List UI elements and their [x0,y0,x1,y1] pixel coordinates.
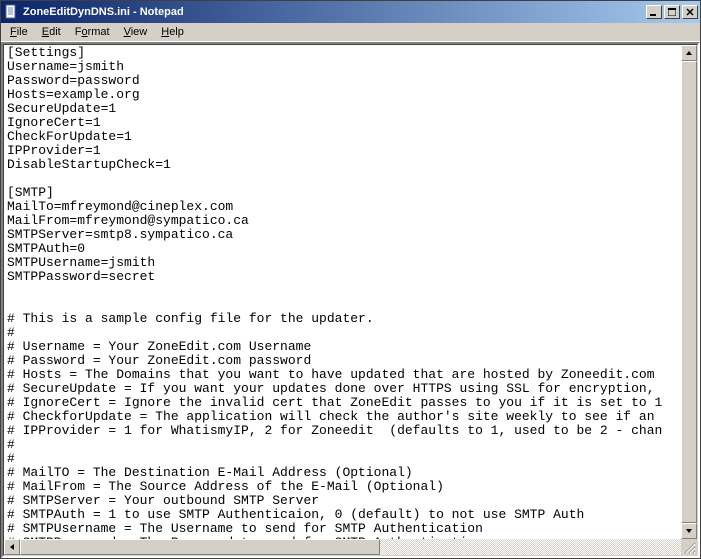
hscroll-thumb[interactable] [20,539,380,555]
menu-edit[interactable]: Edit [35,24,68,40]
menu-view[interactable]: View [117,24,155,40]
minimize-button[interactable] [646,5,662,19]
vertical-scrollbar[interactable] [681,45,697,539]
close-button[interactable] [682,5,698,19]
vscroll-track[interactable] [681,61,697,523]
scroll-down-button[interactable] [681,523,697,539]
app-icon [3,4,19,20]
horizontal-scrollbar[interactable] [4,539,697,555]
scroll-left-button[interactable] [4,539,20,555]
window-buttons [646,5,698,19]
menu-format[interactable]: Format [68,24,117,40]
titlebar[interactable]: ZoneEditDynDNS.ini - Notepad [1,1,700,23]
menu-file[interactable]: File [3,24,35,40]
menu-help[interactable]: Help [154,24,191,40]
size-grip[interactable] [681,539,697,555]
text-content: [Settings] Username=jsmith Password=pass… [7,45,662,539]
notepad-window: ZoneEditDynDNS.ini - Notepad File Edit F… [0,0,701,559]
hscroll-track[interactable] [20,539,681,555]
client-area: [Settings] Username=jsmith Password=pass… [1,42,700,558]
vscroll-thumb[interactable] [681,61,697,523]
maximize-button[interactable] [664,5,680,19]
scroll-up-button[interactable] [681,45,697,61]
text-container: [Settings] Username=jsmith Password=pass… [3,44,698,556]
window-title: ZoneEditDynDNS.ini - Notepad [23,6,646,18]
text-editor[interactable]: [Settings] Username=jsmith Password=pass… [4,45,697,539]
menubar: File Edit Format View Help [1,23,700,42]
